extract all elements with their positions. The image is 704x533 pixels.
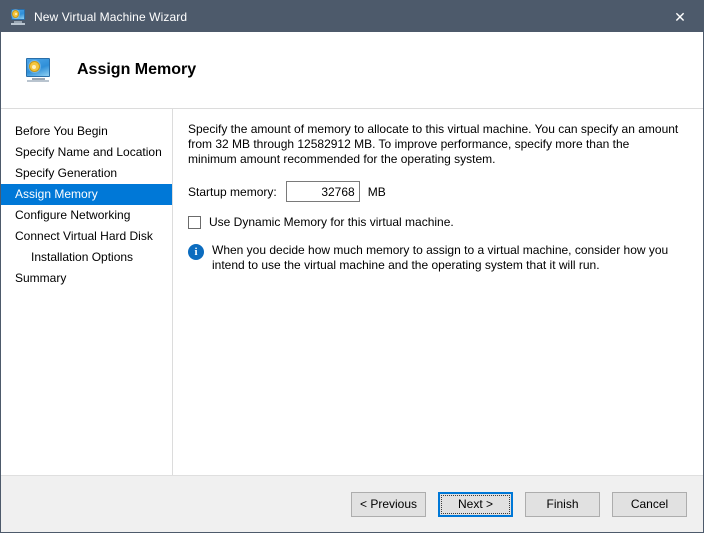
page-header: Assign Memory — [1, 32, 703, 109]
startup-memory-input[interactable] — [285, 181, 360, 202]
info-icon: i — [188, 244, 204, 260]
dynamic-memory-checkbox-row[interactable]: Use Dynamic Memory for this virtual mach… — [188, 215, 685, 229]
info-note-text: When you decide how much memory to assig… — [212, 243, 669, 272]
window-title: New Virtual Machine Wizard — [34, 9, 188, 24]
info-note: i When you decide how much memory to ass… — [188, 243, 685, 273]
titlebar: New Virtual Machine Wizard ✕ — [1, 1, 703, 32]
startup-memory-unit: MB — [367, 184, 386, 199]
wizard-body: Before You Begin Specify Name and Locati… — [1, 109, 703, 475]
finish-button[interactable]: Finish — [525, 491, 600, 517]
sidebar-item-assign-memory[interactable]: Assign Memory — [1, 184, 172, 205]
sidebar-item-installation-options[interactable]: Installation Options — [1, 247, 172, 268]
wizard-window: New Virtual Machine Wizard ✕ Assign Memo… — [0, 0, 704, 533]
intro-text: Specify the amount of memory to allocate… — [188, 122, 679, 166]
close-icon[interactable]: ✕ — [657, 1, 703, 32]
sidebar-item-connect-virtual-hard-disk[interactable]: Connect Virtual Hard Disk — [1, 226, 172, 247]
wizard-content: Specify the amount of memory to allocate… — [173, 109, 703, 475]
sidebar-item-specify-name-and-location[interactable]: Specify Name and Location — [1, 142, 172, 163]
dynamic-memory-checkbox[interactable] — [188, 215, 201, 229]
sidebar-item-specify-generation[interactable]: Specify Generation — [1, 163, 172, 184]
page-title: Assign Memory — [77, 61, 197, 78]
virtual-machine-icon — [10, 8, 26, 25]
dynamic-memory-label: Use Dynamic Memory for this virtual mach… — [209, 215, 454, 229]
sidebar-item-configure-networking[interactable]: Configure Networking — [1, 205, 172, 226]
previous-button[interactable]: < Previous — [351, 491, 426, 517]
sidebar-item-summary[interactable]: Summary — [1, 268, 172, 289]
next-button[interactable]: Next > — [438, 491, 513, 517]
startup-memory-row: Startup memory: MB — [188, 181, 685, 202]
virtual-machine-icon — [25, 58, 51, 82]
wizard-steps-sidebar: Before You Begin Specify Name and Locati… — [1, 109, 173, 475]
next-button-label: Next > — [457, 497, 493, 511]
sidebar-item-before-you-begin[interactable]: Before You Begin — [1, 121, 172, 142]
startup-memory-label: Startup memory: — [188, 184, 277, 199]
wizard-footer: < Previous Next > Finish Cancel — [1, 475, 703, 532]
cancel-button[interactable]: Cancel — [612, 491, 687, 517]
